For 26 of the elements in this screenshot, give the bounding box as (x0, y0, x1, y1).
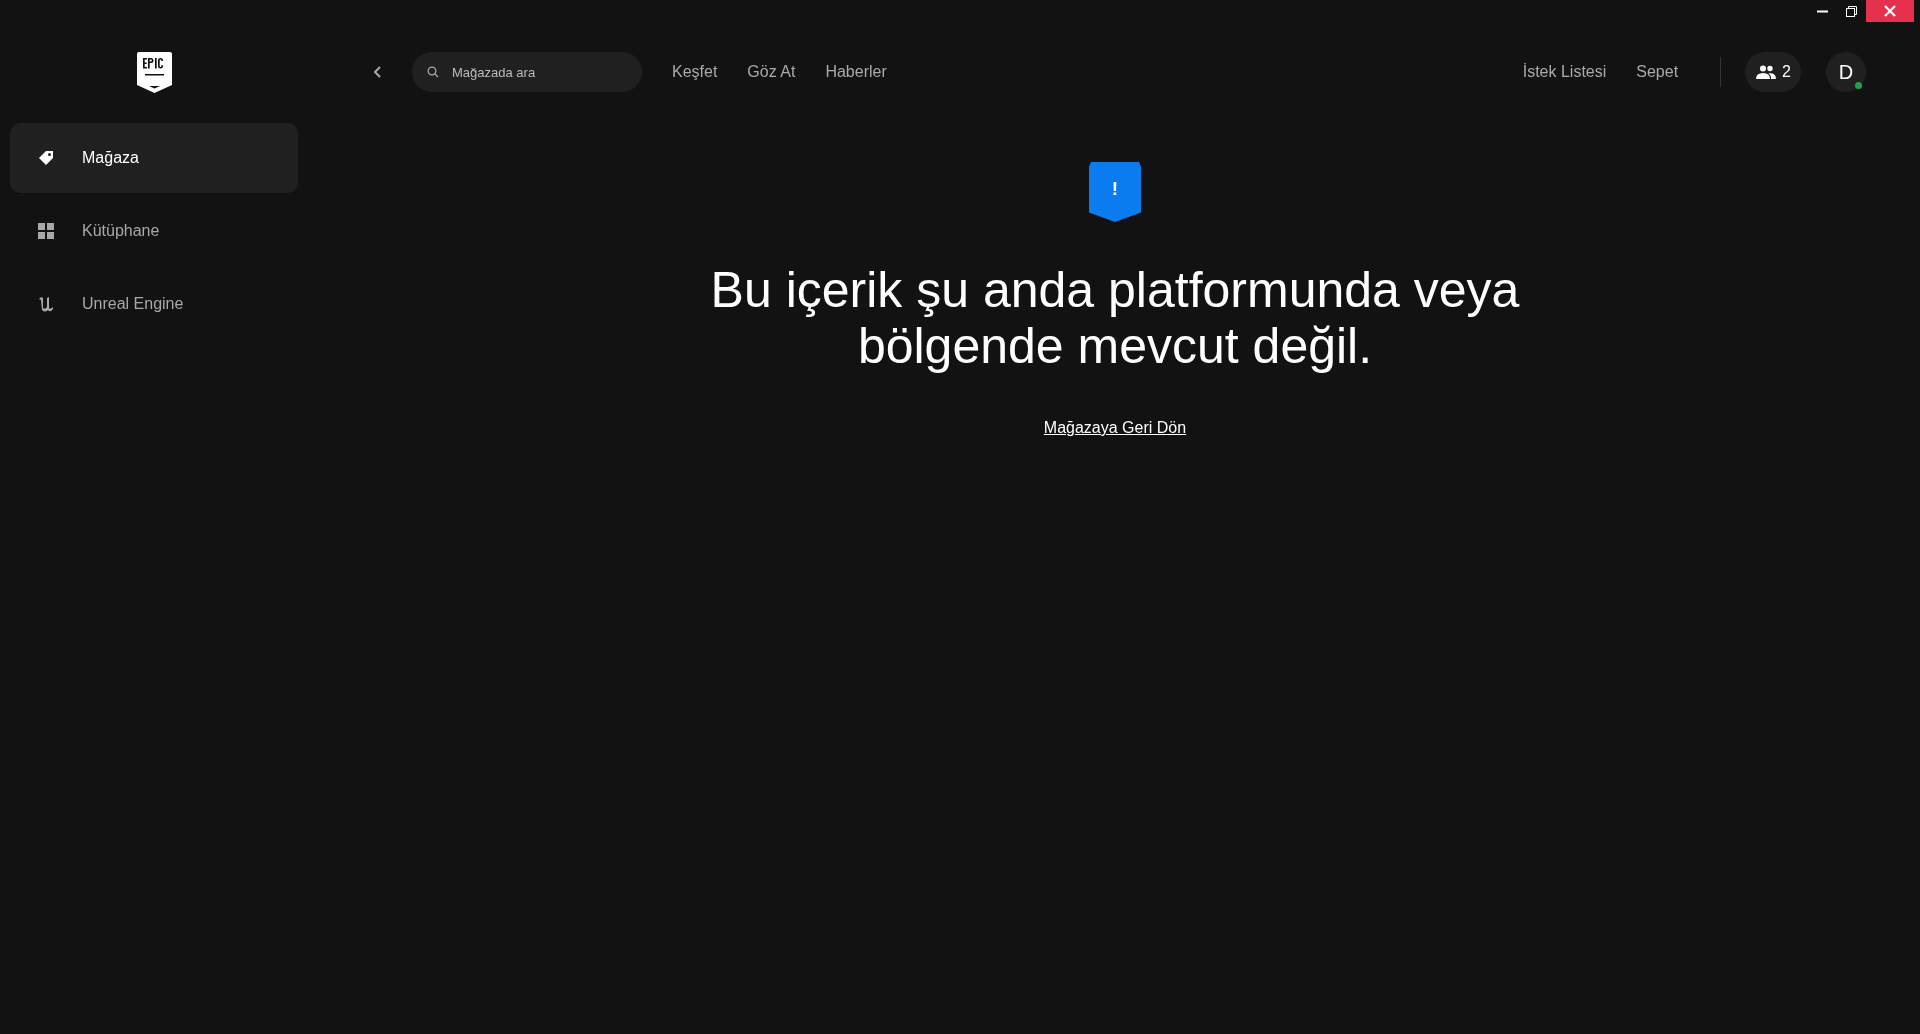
sidebar-label: Kütüphane (82, 222, 160, 240)
nav-link[interactable]: İstek Listesi (1522, 63, 1607, 81)
sidebar-item[interactable]: Unreal Engine (10, 269, 298, 339)
sidebar-label: Mağaza (82, 149, 139, 167)
error-heading: Bu içerik şu anda platformunda veya bölgende mevcut değil. (709, 262, 1521, 374)
close-button[interactable] (1866, 0, 1914, 22)
sidebar-item[interactable]: Kütüphane (10, 196, 298, 266)
alert-badge: ! (1089, 162, 1141, 222)
search-field[interactable]: Mağazada ara (412, 52, 642, 92)
nav-link[interactable]: Göz At (747, 63, 796, 81)
restore-icon (1846, 5, 1857, 17)
logo-icon (136, 52, 172, 93)
nav-link[interactable]: Keşfet (672, 63, 718, 81)
friends-button[interactable]: 2 (1745, 52, 1801, 92)
back-to-store-link[interactable]: Mağazaya Geri Dön (1043, 419, 1187, 437)
minimize-icon (1817, 9, 1828, 13)
grid-icon (36, 221, 56, 241)
close-icon (1884, 5, 1896, 17)
nav-link[interactable]: Sepet (1636, 63, 1679, 81)
sidebar-label: Unreal Engine (82, 295, 184, 313)
letter-u-icon (36, 294, 56, 314)
sidebar-item[interactable]: Mağaza (10, 123, 298, 193)
avatar[interactable]: D (1826, 52, 1866, 92)
people-icon (1756, 65, 1777, 79)
search-icon (427, 66, 439, 78)
nav-link[interactable]: Haberler (825, 63, 887, 81)
